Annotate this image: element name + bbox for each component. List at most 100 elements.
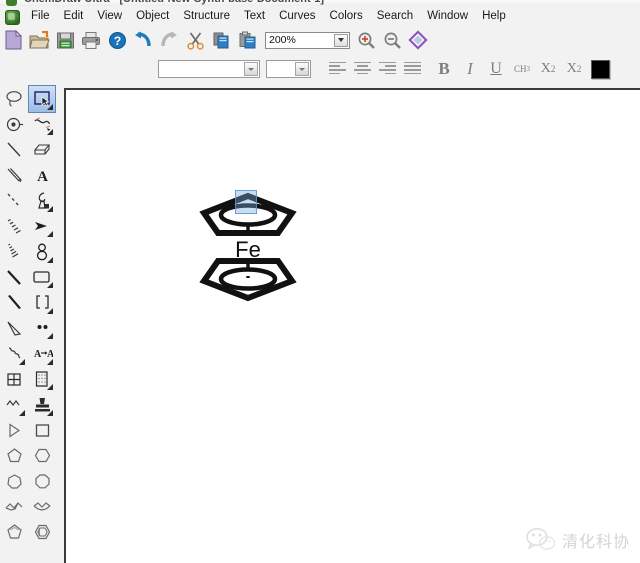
menu-item-object[interactable]: Object — [129, 8, 176, 24]
rectangle-tool[interactable] — [29, 418, 55, 444]
document-canvas[interactable]: Fe 清化科协 — [64, 88, 640, 563]
tool-options-corner-icon[interactable] — [47, 103, 53, 110]
hashed-bond-tool[interactable] — [1, 214, 27, 240]
arrow-tool[interactable] — [29, 214, 55, 240]
align-justify-button[interactable] — [400, 57, 425, 81]
new-document-button[interactable] — [0, 27, 26, 53]
hexagon-tool[interactable] — [29, 443, 55, 469]
squiggle-bond-tool[interactable] — [1, 341, 27, 367]
subscript-button[interactable]: X2 — [535, 57, 561, 81]
atom-replace-tool[interactable]: A A — [29, 341, 55, 367]
tool-options-corner-icon[interactable] — [47, 307, 53, 314]
text-tool[interactable]: A — [29, 163, 55, 189]
selection-highlight[interactable] — [235, 190, 257, 214]
bracket-tool[interactable] — [29, 290, 55, 316]
tool-options-corner-icon[interactable] — [19, 409, 25, 416]
open-document-button[interactable] — [26, 27, 52, 53]
cut-button[interactable] — [182, 27, 208, 53]
italic-button[interactable]: I — [457, 57, 483, 81]
chain-curve-tool[interactable] — [1, 392, 27, 418]
benzene-3d-tool[interactable] — [29, 520, 55, 546]
tool-options-corner-icon[interactable] — [47, 129, 53, 135]
chevron-down-icon[interactable] — [244, 62, 258, 76]
triangle-tool[interactable] — [1, 418, 27, 444]
zoom-out-button[interactable] — [379, 27, 405, 53]
dashed-bond-tool[interactable] — [1, 188, 27, 214]
bold-bond-tool[interactable] — [1, 290, 27, 316]
menu-item-text[interactable]: Text — [237, 8, 272, 24]
tool-options-corner-icon[interactable] — [47, 205, 53, 212]
tool-options-corner-icon[interactable] — [47, 333, 53, 339]
hashed-wedge-tool[interactable] — [1, 239, 27, 265]
plain-bond-tool[interactable] — [1, 265, 27, 291]
menu-item-window[interactable]: Window — [420, 8, 475, 24]
template-tool[interactable] — [29, 367, 55, 393]
eraser-tool[interactable] — [1, 112, 27, 138]
cycloheptane-tool[interactable] — [1, 469, 27, 495]
marquee-select-tool[interactable] — [28, 85, 56, 113]
undo-button[interactable] — [130, 27, 156, 53]
app-menu-icon[interactable] — [3, 9, 21, 25]
menu-item-file[interactable]: File — [24, 8, 57, 24]
print-button[interactable] — [78, 27, 104, 53]
watermark: 清化科协 — [525, 527, 630, 553]
menu-item-help[interactable]: Help — [475, 8, 513, 24]
pentagon-tool[interactable] — [1, 443, 27, 469]
tool-options-corner-icon[interactable] — [47, 256, 53, 263]
copy-button[interactable] — [208, 27, 234, 53]
tool-options-corner-icon[interactable] — [19, 358, 25, 365]
align-left-icon — [329, 61, 346, 77]
chem-properties-button[interactable] — [405, 27, 431, 53]
menu-item-structure[interactable]: Structure — [176, 8, 237, 24]
rubber-eraser-tool[interactable] — [29, 137, 55, 163]
orbital-tool[interactable] — [29, 239, 55, 265]
color-swatch — [590, 59, 610, 79]
help-button[interactable]: ? — [104, 27, 130, 53]
tool-options-corner-icon[interactable] — [47, 384, 53, 390]
underline-button[interactable]: U — [483, 57, 509, 81]
menu-item-curves[interactable]: Curves — [272, 8, 322, 24]
cyclooctane-tool[interactable] — [29, 469, 55, 495]
boat-ring-tool[interactable] — [29, 494, 55, 520]
zoom-level-value: 200% — [269, 34, 296, 46]
tool-options-corner-icon[interactable] — [47, 409, 53, 416]
menu-item-view[interactable]: View — [90, 8, 129, 24]
font-size-combobox[interactable] — [266, 60, 311, 78]
redo-button[interactable] — [156, 27, 182, 53]
menu-item-colors[interactable]: Colors — [323, 8, 370, 24]
format-toolbar: B I U CH 3 X2 X2 — [0, 54, 640, 84]
cyclopentadiene-tool[interactable] — [1, 520, 27, 546]
table-tool[interactable] — [1, 367, 27, 393]
electron-pair-tool[interactable] — [29, 316, 55, 342]
lasso-select-tool[interactable] — [1, 86, 27, 112]
text-color-button[interactable] — [587, 57, 613, 81]
menu-item-edit[interactable]: Edit — [57, 8, 91, 24]
frame-tool[interactable] — [29, 265, 55, 291]
smallcaps-button[interactable]: CH 3 — [509, 57, 535, 81]
menu-bar: File Edit View Object Structure Text Cur… — [0, 6, 640, 26]
align-center-button[interactable] — [350, 57, 375, 81]
zoom-in-button[interactable] — [353, 27, 379, 53]
chevron-down-icon[interactable] — [295, 62, 309, 76]
bond-chain-tool[interactable] — [29, 112, 55, 138]
align-right-button[interactable] — [375, 57, 400, 81]
paste-button[interactable] — [234, 27, 260, 53]
align-left-button[interactable] — [325, 57, 350, 81]
menu-item-search[interactable]: Search — [370, 8, 420, 24]
multiple-bond-tool[interactable] — [1, 163, 27, 189]
chevron-down-icon[interactable] — [334, 33, 348, 47]
tool-palette: A A A — [0, 84, 56, 563]
chair-ring-tool[interactable] — [1, 494, 27, 520]
tool-options-corner-icon[interactable] — [47, 282, 53, 288]
tool-options-corner-icon[interactable] — [47, 358, 53, 365]
solid-bond-tool[interactable] — [1, 137, 27, 163]
save-document-button[interactable] — [52, 27, 78, 53]
font-name-combobox[interactable] — [158, 60, 260, 78]
zoom-level-combobox[interactable]: 200% — [265, 31, 350, 49]
tool-options-corner-icon[interactable] — [47, 231, 53, 237]
bold-button[interactable]: B — [431, 57, 457, 81]
wedge-bond-tool[interactable] — [1, 316, 27, 342]
superscript-button[interactable]: X2 — [561, 57, 587, 81]
pen-tool[interactable] — [29, 188, 55, 214]
stamp-tool[interactable] — [29, 392, 55, 418]
